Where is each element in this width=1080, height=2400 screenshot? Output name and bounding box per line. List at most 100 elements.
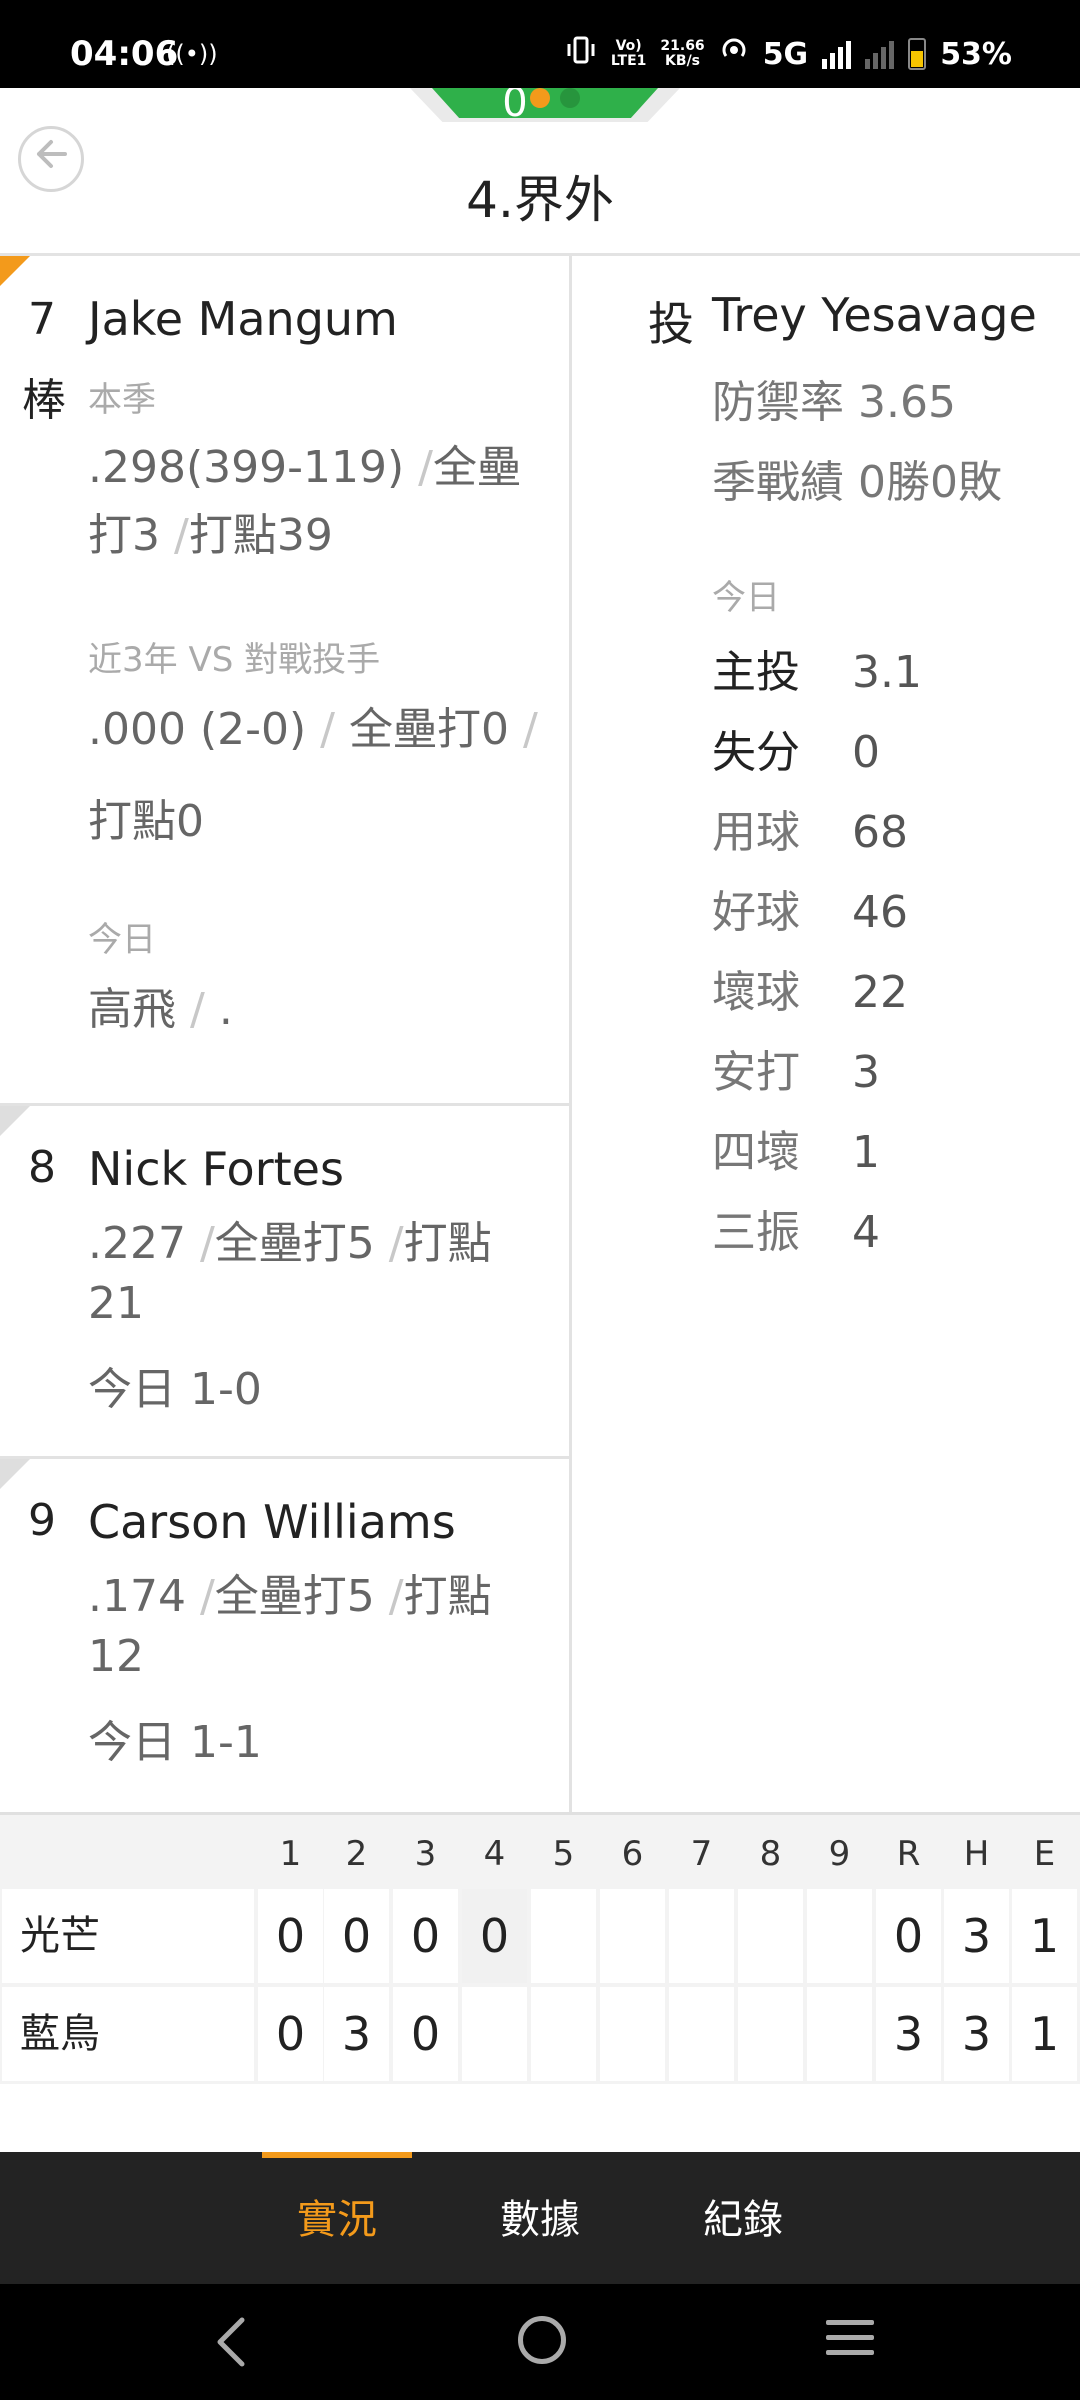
pitcher-era: 防禦率 3.65: [712, 377, 956, 428]
network-type: 5G: [762, 36, 809, 72]
network-speed: 21.66 KB/s: [660, 38, 705, 69]
linescore-inning-cell: [669, 1889, 734, 1983]
system-nav-bar: [0, 2284, 1080, 2400]
pitcher-stat-value: 22: [852, 967, 908, 1018]
linescore-inning-cell: 0: [258, 1889, 323, 1983]
linescore-team: 藍鳥: [2, 1987, 254, 2081]
pitcher-stat-value: 3: [852, 1047, 880, 1098]
linescore-inning-cell: [669, 1987, 734, 2081]
tab-stats[interactable]: 數據: [465, 2152, 615, 2284]
pitcher-stat-row: 四壞 1: [712, 1116, 880, 1180]
vs-avg: .000 (2-0): [88, 704, 307, 755]
pitcher-today-label: 今日: [712, 578, 780, 618]
batting-side: 棒: [22, 375, 66, 426]
batter-list: 7 棒 Jake Mangum 本季 .298(399-119) /全壘打3 /…: [0, 256, 572, 1812]
tab-records[interactable]: 紀錄: [668, 2152, 818, 2284]
pitcher-stat-row: 壞球 22: [712, 956, 908, 1020]
base-dot-green: [560, 88, 580, 108]
linescore-inning-cell: [807, 1889, 872, 1983]
linescore-header: 2: [345, 1834, 368, 1874]
season-hr: 全壘打5: [214, 1571, 375, 1622]
season-avg: .227: [88, 1218, 186, 1269]
linescore-inning-cell: 0: [462, 1889, 527, 1983]
active-tab-indicator: [262, 2152, 412, 2158]
batter-marker: [0, 1106, 30, 1136]
current-batter-marker: [0, 256, 30, 286]
clock: 04:06: [70, 34, 179, 74]
pitcher-stat-label: 壞球: [712, 967, 800, 1018]
linescore-total-cell: 3: [944, 1889, 1009, 1983]
field-indicator: 0: [410, 88, 680, 122]
separator: /: [199, 1571, 215, 1622]
linescore-inning-cell: [462, 1987, 527, 2081]
batter-name: Carson Williams: [88, 1495, 456, 1549]
signal-icon-secondary: [865, 39, 895, 69]
vibrate-icon: [565, 34, 597, 74]
linescore-total-cell: 1: [1012, 1889, 1077, 1983]
separator: /: [199, 1218, 215, 1269]
separator: /: [174, 510, 189, 561]
pitcher-stat-row: 安打 3: [712, 1036, 880, 1100]
linescore-total-cell: 1: [1012, 1987, 1077, 2081]
hotspot-icon: [719, 35, 749, 73]
separator: /: [320, 704, 335, 755]
tab-label: 數據: [500, 2197, 580, 2243]
separator: /: [388, 1571, 404, 1622]
batting-order: 9: [28, 1495, 56, 1546]
linescore-header: 9: [828, 1834, 851, 1874]
pitcher-stat-value: 4: [852, 1207, 880, 1258]
batter-card[interactable]: 8 Nick Fortes .227 /全壘打5 /打點 21 今日 1-0: [0, 1106, 572, 1459]
battery-percent: 53%: [940, 36, 1012, 72]
system-back-icon[interactable]: [210, 2314, 250, 2370]
season-avg: .298(399-119): [88, 442, 405, 493]
pitcher-stat-value: 68: [852, 807, 908, 858]
signal-icon: [822, 39, 852, 69]
linescore-inning-cell: [807, 1987, 872, 2081]
linescore-total-cell: 0: [876, 1889, 941, 1983]
pitcher-role: 投: [648, 297, 694, 351]
separator: /: [388, 1218, 404, 1269]
linescore-inning-cell: [531, 1889, 596, 1983]
linescore-header: E: [1033, 1834, 1056, 1874]
page-title: 4.界外: [466, 171, 614, 229]
linescore-header: 6: [621, 1834, 644, 1874]
pitcher-stat-row: 三振 4: [712, 1196, 880, 1260]
volte-indicator: Vo) LTE1: [610, 38, 647, 69]
season-rbi: 打點39: [188, 510, 333, 561]
season-rbi: 21: [88, 1278, 144, 1329]
pitcher-stat-value: 3.1: [852, 647, 922, 698]
linescore-inning-cell: 0: [324, 1889, 389, 1983]
bottom-tab-bar: 實況 數據 紀錄: [0, 2152, 1080, 2284]
pitcher-stat-label: 四壞: [712, 1127, 800, 1178]
batter-card[interactable]: 9 Carson Williams .174 /全壘打5 /打點 12 今日 1…: [0, 1459, 572, 1812]
linescore-header: 7: [690, 1834, 713, 1874]
vs-pitcher-stats: .000 (2-0) / 全壘打0 / 打點0: [88, 684, 548, 868]
system-recents-icon[interactable]: [826, 2320, 874, 2365]
today-stats: 今日 1-1: [88, 1717, 262, 1768]
season-rbi-label: 打點: [403, 1218, 492, 1269]
linescore-inning-cell: [600, 1987, 665, 2081]
cast-icon: ((•)): [166, 40, 218, 68]
season-hr: 全壘打5: [214, 1218, 375, 1269]
batter-card-current[interactable]: 7 棒 Jake Mangum 本季 .298(399-119) /全壘打3 /…: [0, 256, 572, 1106]
separator: /: [522, 704, 538, 755]
pitcher-stat-label: 三振: [712, 1207, 800, 1258]
season-avg: .174: [88, 1571, 186, 1622]
season-rbi-label: 打點: [403, 1571, 492, 1622]
system-home-icon[interactable]: [518, 2316, 566, 2364]
header: 0 4.界外: [0, 88, 1080, 256]
batter-name: Jake Mangum: [88, 292, 398, 346]
vs-pitcher-label: 近3年 VS 對戰投手: [88, 640, 381, 680]
pitcher-stat-label: 安打: [712, 1047, 800, 1098]
tab-live[interactable]: 實況: [262, 2152, 412, 2284]
linescore-inning-cell: [600, 1889, 665, 1983]
batter-name: Nick Fortes: [88, 1142, 344, 1196]
batting-order: 8: [28, 1142, 56, 1193]
season-rbi: 12: [88, 1631, 144, 1682]
today-next: .: [218, 984, 233, 1035]
pitcher-stat-label: 好球: [712, 887, 800, 938]
pitcher-stat-value: 46: [852, 887, 908, 938]
linescore-header: R: [896, 1834, 921, 1874]
linescore-total-cell: 3: [876, 1987, 941, 2081]
tab-label: 實況: [297, 2197, 377, 2243]
